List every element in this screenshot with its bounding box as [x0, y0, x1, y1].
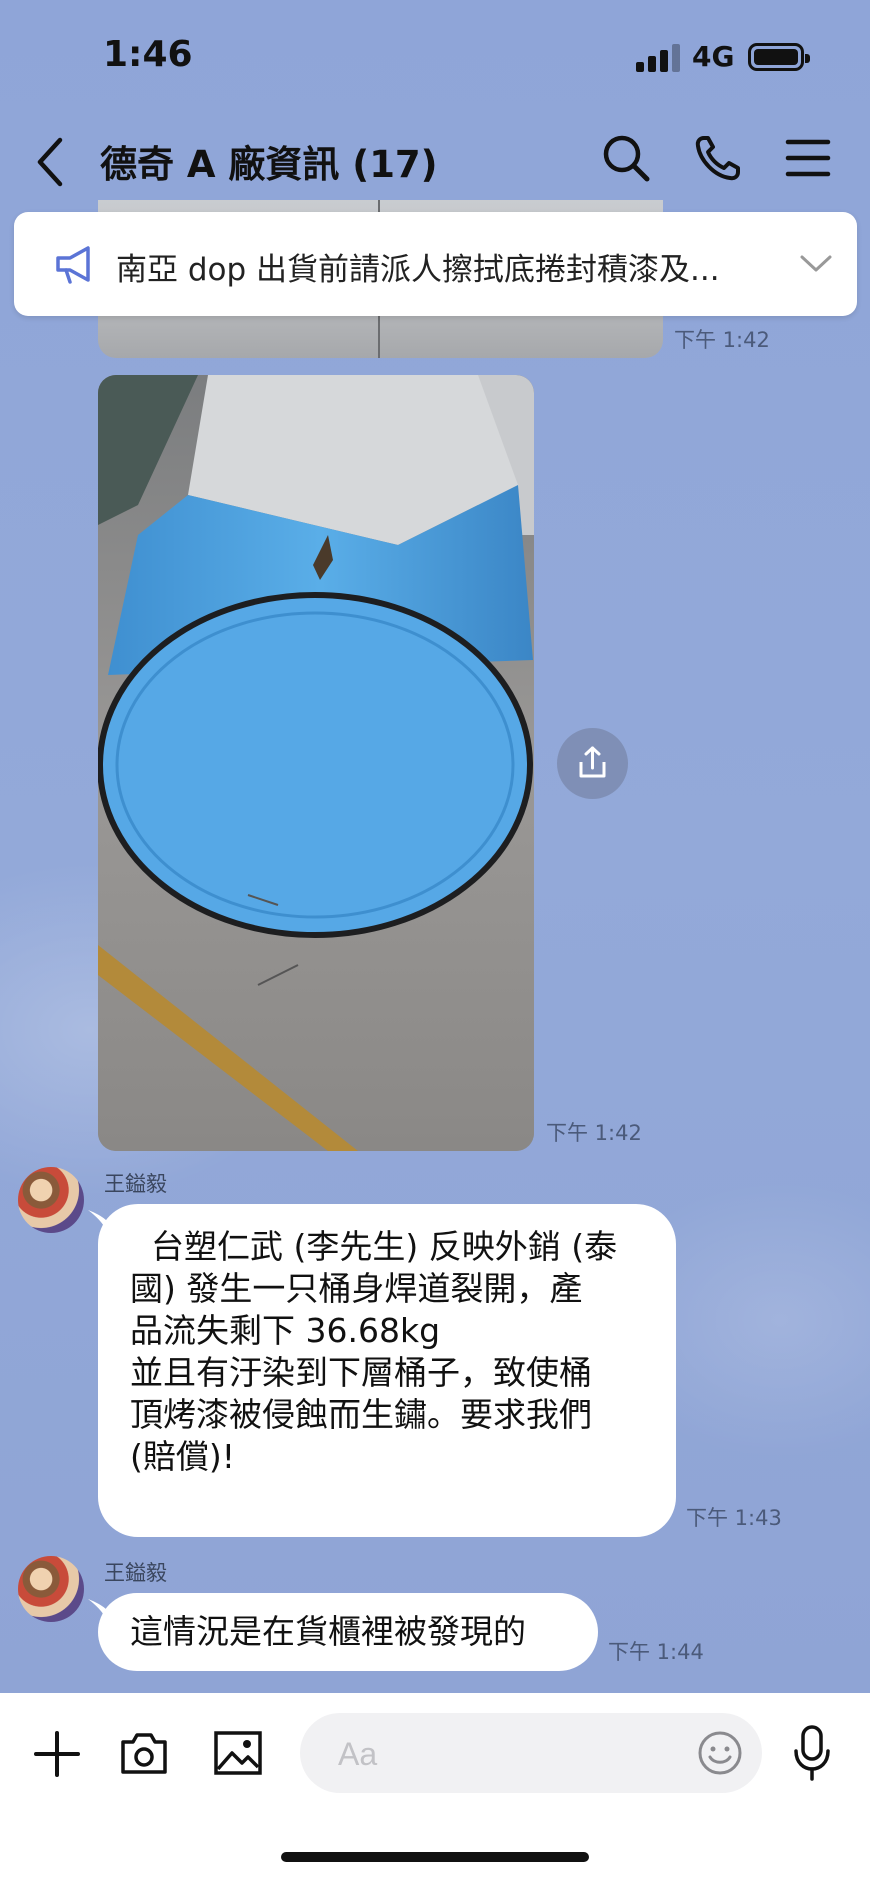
chat-title[interactable]: 德奇 A 廠資訊 (17) — [100, 134, 438, 188]
network-label: 4G — [692, 40, 735, 73]
message-timestamp: 下午 1:42 — [674, 328, 770, 352]
share-icon — [579, 746, 606, 778]
sender-name: 王鎰毅 — [104, 1172, 167, 1196]
megaphone-icon — [56, 246, 90, 284]
message-text: 這情況是在貨櫃裡被發現的 — [130, 1612, 526, 1651]
emoji-icon[interactable] — [696, 1729, 744, 1777]
composer-bar — [0, 1693, 870, 1883]
back-button[interactable] — [30, 130, 74, 190]
share-button[interactable] — [557, 728, 628, 799]
menu-button[interactable] — [780, 130, 836, 186]
signal-icon — [636, 44, 681, 72]
message-bubble[interactable]: 這情況是在貨櫃裡被發現的 — [88, 1593, 598, 1671]
menu-icon — [785, 139, 831, 177]
search-button[interactable] — [598, 130, 654, 186]
image-icon[interactable] — [212, 1727, 264, 1779]
microphone-icon[interactable] — [790, 1723, 834, 1783]
message-input-box[interactable] — [300, 1713, 762, 1793]
avatar[interactable] — [18, 1167, 84, 1233]
message-timestamp: 下午 1:43 — [686, 1506, 782, 1530]
search-icon — [603, 135, 650, 182]
home-indicator — [281, 1852, 589, 1862]
announcement-banner[interactable]: 南亞 dop 出貨前請派人擦拭底捲封積漆及... — [14, 212, 857, 316]
chat-header: 德奇 A 廠資訊 (17) — [0, 110, 870, 210]
message-bubble[interactable]: 台塑仁武 (李先生) 反映外銷 (泰 國) 發生一只桶身焊道裂開，產 品流失剩下… — [88, 1204, 676, 1537]
battery-icon — [748, 43, 810, 71]
message-timestamp: 下午 1:44 — [608, 1640, 704, 1664]
message-text: 台塑仁武 (李先生) 反映外銷 (泰 國) 發生一只桶身焊道裂開，產 品流失剩下… — [130, 1227, 618, 1476]
announcement-text: 南亞 dop 出貨前請派人擦拭底捲封積漆及... — [116, 252, 720, 288]
message-image[interactable] — [98, 375, 534, 1151]
avatar[interactable] — [18, 1556, 84, 1622]
chevron-left-icon — [37, 137, 63, 187]
chevron-down-icon[interactable] — [798, 248, 834, 278]
status-bar: 1:46 4G — [0, 0, 870, 110]
message-timestamp: 下午 1:42 — [546, 1121, 642, 1145]
call-button[interactable] — [690, 130, 746, 186]
phone-icon — [695, 136, 740, 181]
message-input[interactable] — [336, 1731, 680, 1777]
barrel-photo — [98, 375, 534, 1151]
plus-icon[interactable] — [32, 1729, 82, 1779]
camera-icon[interactable] — [118, 1727, 170, 1779]
sender-name: 王鎰毅 — [104, 1561, 167, 1585]
status-time: 1:46 — [103, 34, 193, 75]
